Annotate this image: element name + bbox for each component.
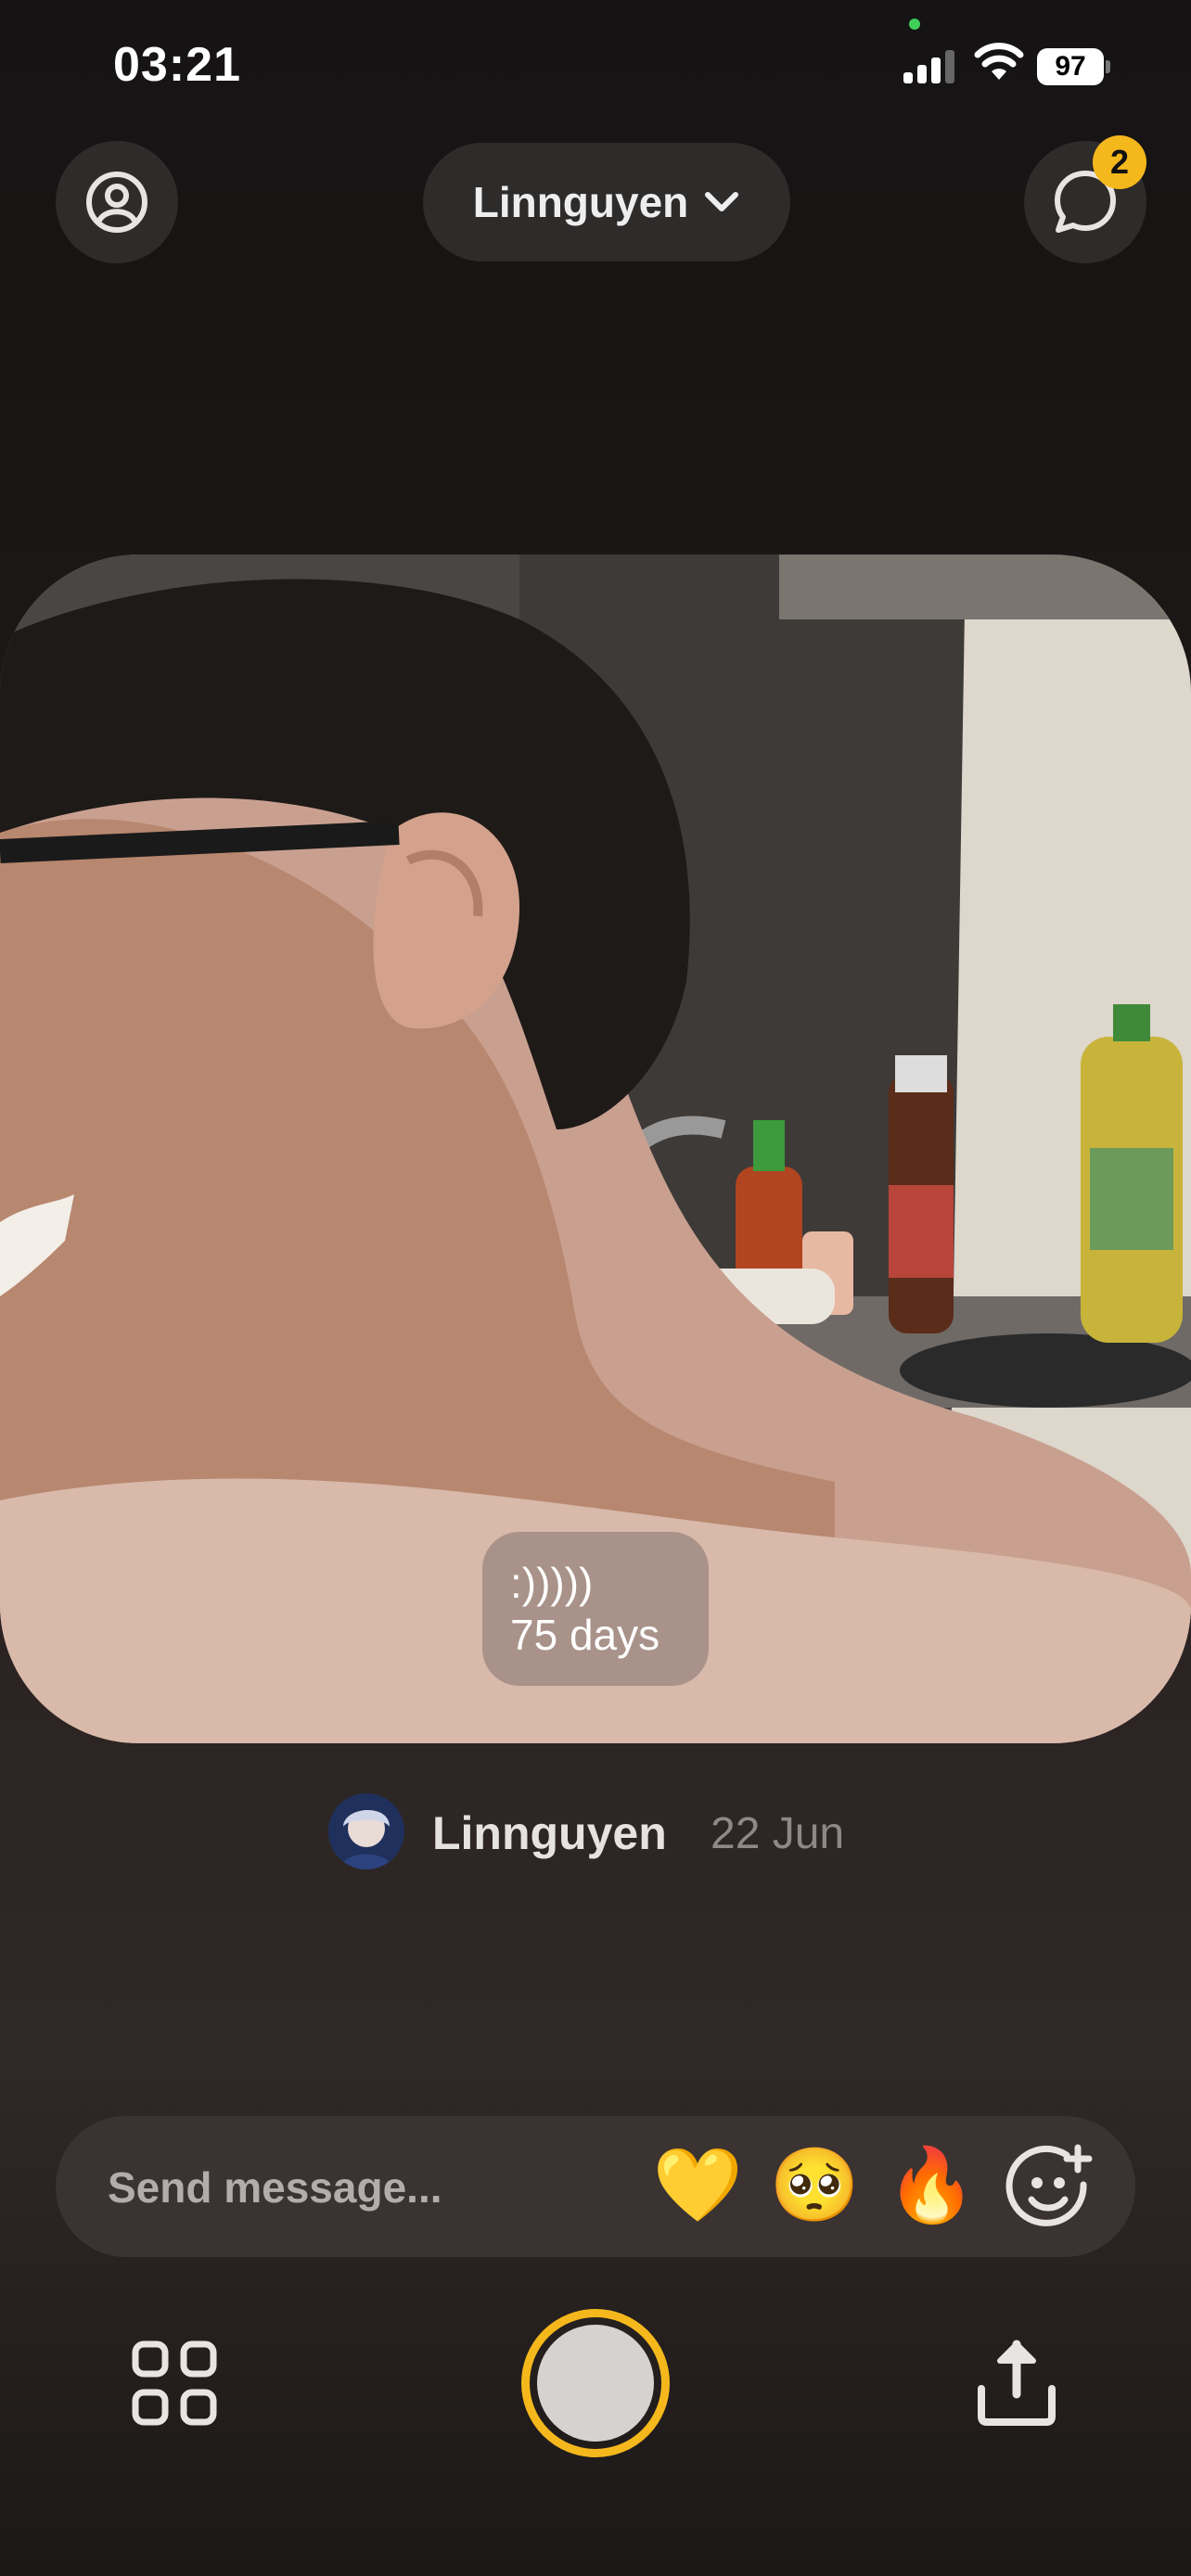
- battery-level: 97: [1037, 48, 1104, 85]
- post-date: 22 Jun: [711, 1809, 845, 1858]
- caption-bubble: :))))) 75 days: [482, 1532, 709, 1686]
- battery-icon: 97: [1037, 48, 1110, 85]
- reaction-pleading-face[interactable]: 🥺: [768, 2138, 861, 2231]
- shutter-button[interactable]: [521, 2309, 670, 2457]
- author-avatar[interactable]: [328, 1793, 404, 1869]
- profile-button[interactable]: [56, 141, 178, 263]
- history-grid-button[interactable]: [130, 2339, 219, 2428]
- add-reaction-button[interactable]: [1002, 2142, 1095, 2235]
- grid-icon: [132, 2340, 217, 2426]
- caption-line-1: :))))): [510, 1559, 594, 1607]
- unread-messages-badge: 2: [1093, 135, 1146, 189]
- camera-in-use-indicator: [909, 19, 920, 30]
- share-button[interactable]: [970, 2337, 1063, 2429]
- author-name[interactable]: Linnguyen: [432, 1806, 667, 1860]
- friend-picker-label: Linnguyen: [472, 178, 689, 226]
- chevron-down-icon: [705, 192, 739, 211]
- reaction-fire[interactable]: 🔥: [885, 2138, 978, 2231]
- wifi-icon: [974, 43, 1024, 83]
- shutter-inner: [537, 2325, 654, 2442]
- share-upload-icon: [978, 2340, 1056, 2426]
- cellular-signal-icon: [902, 48, 961, 85]
- message-input[interactable]: Send message...: [108, 2162, 442, 2213]
- friend-picker-button[interactable]: Linnguyen: [423, 143, 790, 261]
- caption-line-2: 75 days: [510, 1611, 660, 1659]
- status-time: 03:21: [113, 38, 241, 92]
- reaction-heart[interactable]: 💛: [651, 2138, 744, 2231]
- profile-icon: [86, 172, 147, 233]
- smiley-plus-icon: [1005, 2144, 1093, 2226]
